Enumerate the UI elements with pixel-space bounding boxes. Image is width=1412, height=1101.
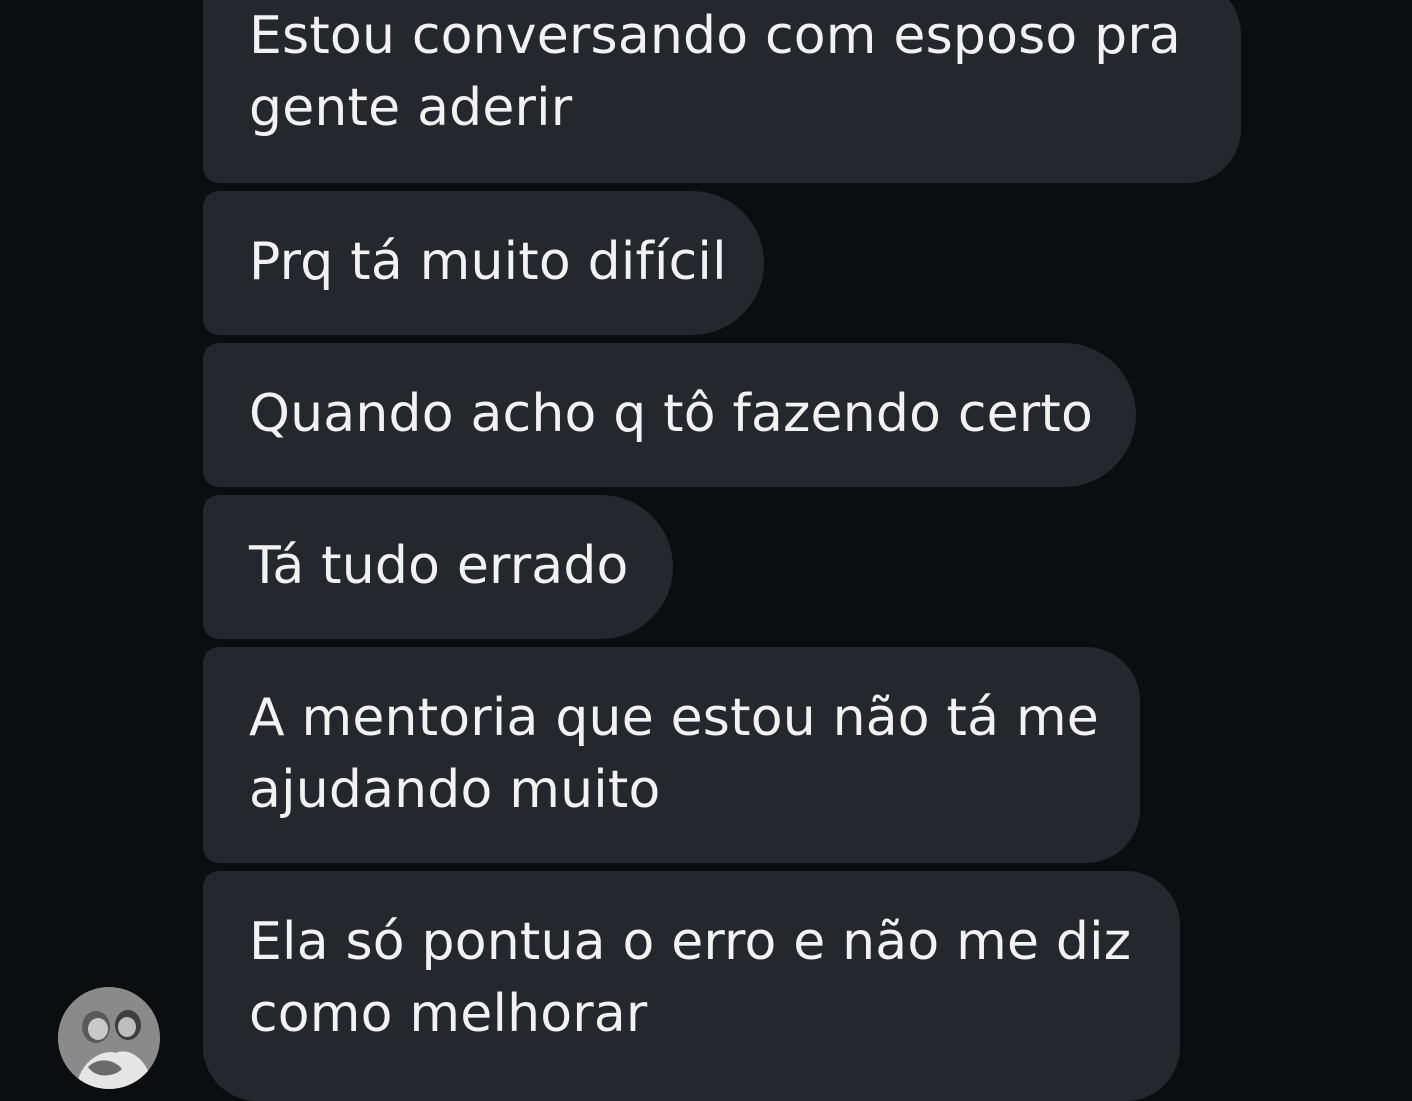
message-bubble[interactable]: Tá tudo errado	[203, 495, 673, 639]
message-bubble[interactable]: Estou conversando com esposo pra gente a…	[203, 0, 1241, 183]
message-bubble[interactable]: Prq tá muito difícil	[203, 191, 764, 335]
message-text-line: Prq tá muito difícil	[249, 232, 727, 292]
message-text-line: Tá tudo errado	[249, 536, 629, 596]
sender-avatar[interactable]	[58, 987, 160, 1089]
message-text-line: ajudando muito	[249, 760, 661, 820]
message-text-line: gente aderir	[249, 78, 573, 138]
message-text-line: Quando acho q tô fazendo certo	[249, 384, 1094, 444]
profile-photo-icon	[58, 987, 160, 1089]
message-text-line: Ela só pontua o erro e não me diz	[249, 912, 1132, 972]
message-bubble[interactable]: Quando acho q tô fazendo certo	[203, 343, 1136, 487]
message-text-line: Estou conversando com esposo pra	[249, 6, 1181, 66]
message-text-line: A mentoria que estou não tá me	[249, 688, 1099, 748]
message-bubble[interactable]: Ela só pontua o erro e não me diz como m…	[203, 871, 1180, 1101]
message-text-line: como melhorar	[249, 984, 648, 1044]
message-bubble[interactable]: A mentoria que estou não tá me ajudando …	[203, 647, 1140, 863]
message-thread: Estou conversando com esposo pra gente a…	[0, 0, 1412, 1101]
